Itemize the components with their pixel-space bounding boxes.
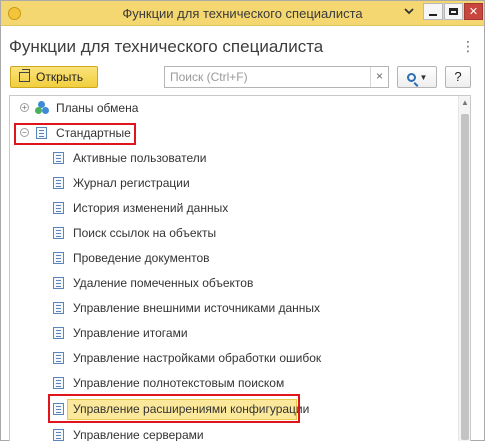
help-button[interactable]: ? (445, 66, 471, 88)
list-item-label: Управление настройками обработки ошибок (73, 351, 322, 365)
exchange-plans-icon (35, 101, 49, 115)
minimize-button[interactable] (423, 3, 443, 20)
annotation-highlight (48, 394, 300, 423)
document-icon (53, 302, 64, 314)
minimize-icon (429, 13, 437, 16)
tree-group-label: Планы обмена (56, 101, 139, 115)
list-item[interactable]: История изменений данных (10, 197, 455, 219)
close-icon: ✕ (468, 6, 479, 18)
list-item-label: Поиск ссылок на объекты (73, 226, 217, 240)
more-actions-icon[interactable]: ⋮ (461, 39, 475, 53)
document-icon (53, 177, 64, 189)
document-icon (53, 352, 64, 364)
title-bar[interactable]: Функции для технического специалиста ✕ (1, 1, 484, 26)
list-item-label: Управление внешними источниками данных (73, 301, 321, 315)
list-item[interactable]: Удаление помеченных объектов (10, 272, 455, 294)
document-icon (53, 202, 64, 214)
search-options-button[interactable]: ▼ (397, 66, 437, 88)
document-icon (53, 252, 64, 264)
list-item-label: История изменений данных (73, 201, 229, 215)
document-icon (53, 227, 64, 239)
document-icon (53, 327, 64, 339)
list-item[interactable]: Управление полнотекстовым поиском (10, 372, 455, 394)
list-item[interactable]: Управление серверами (10, 424, 455, 441)
open-button-label: Открыть (36, 70, 84, 84)
search-icon (406, 72, 416, 82)
list-item[interactable]: Управление внешними источниками данных (10, 297, 455, 319)
document-icon (53, 277, 64, 289)
document-icon (53, 429, 64, 441)
list-item-label: Журнал регистрации (73, 176, 190, 190)
search-field: × (164, 66, 389, 88)
list-item-label: Управление итогами (73, 326, 188, 340)
annotation-highlight (14, 123, 136, 145)
list-item-label: Активные пользователи (73, 151, 207, 165)
list-item[interactable]: Проведение документов (10, 247, 455, 269)
dropdown-caret-icon: ▼ (419, 72, 428, 82)
scrollbar-thumb[interactable] (461, 114, 469, 440)
list-item-label: Проведение документов (73, 251, 210, 265)
list-item-label: Управление полнотекстовым поиском (73, 376, 285, 390)
vertical-scrollbar[interactable]: ▲ (458, 96, 470, 441)
open-icon (19, 69, 30, 82)
search-input[interactable] (165, 67, 365, 87)
tree-group-exchange-plans[interactable]: + Планы обмена (10, 97, 455, 119)
maximize-icon (449, 8, 458, 15)
list-item[interactable]: Управление итогами (10, 322, 455, 344)
maximize-button[interactable] (444, 3, 463, 20)
list-item[interactable]: Активные пользователи (10, 147, 455, 169)
list-item[interactable]: Журнал регистрации (10, 172, 455, 194)
document-icon (53, 152, 64, 164)
scroll-up-icon[interactable]: ▲ (459, 96, 470, 110)
page-title: Функции для технического специалиста (9, 37, 324, 56)
list-item-label: Управление серверами (73, 428, 204, 441)
list-item[interactable]: Управление настройками обработки ошибок (10, 347, 455, 369)
list-item[interactable]: Поиск ссылок на объекты (10, 222, 455, 244)
document-icon (53, 377, 64, 389)
app-window: Функции для технического специалиста ✕ Ф… (0, 0, 485, 441)
window-menu-button[interactable] (399, 3, 419, 20)
close-button[interactable]: ✕ (464, 3, 483, 20)
expand-icon[interactable]: + (20, 103, 29, 112)
open-button[interactable]: Открыть (10, 66, 98, 88)
search-clear-button[interactable]: × (370, 67, 388, 87)
chevron-down-icon (404, 7, 414, 14)
functions-tree: + Планы обмена − Стандартные Активные по… (9, 95, 471, 441)
list-item-label: Удаление помеченных объектов (73, 276, 254, 290)
